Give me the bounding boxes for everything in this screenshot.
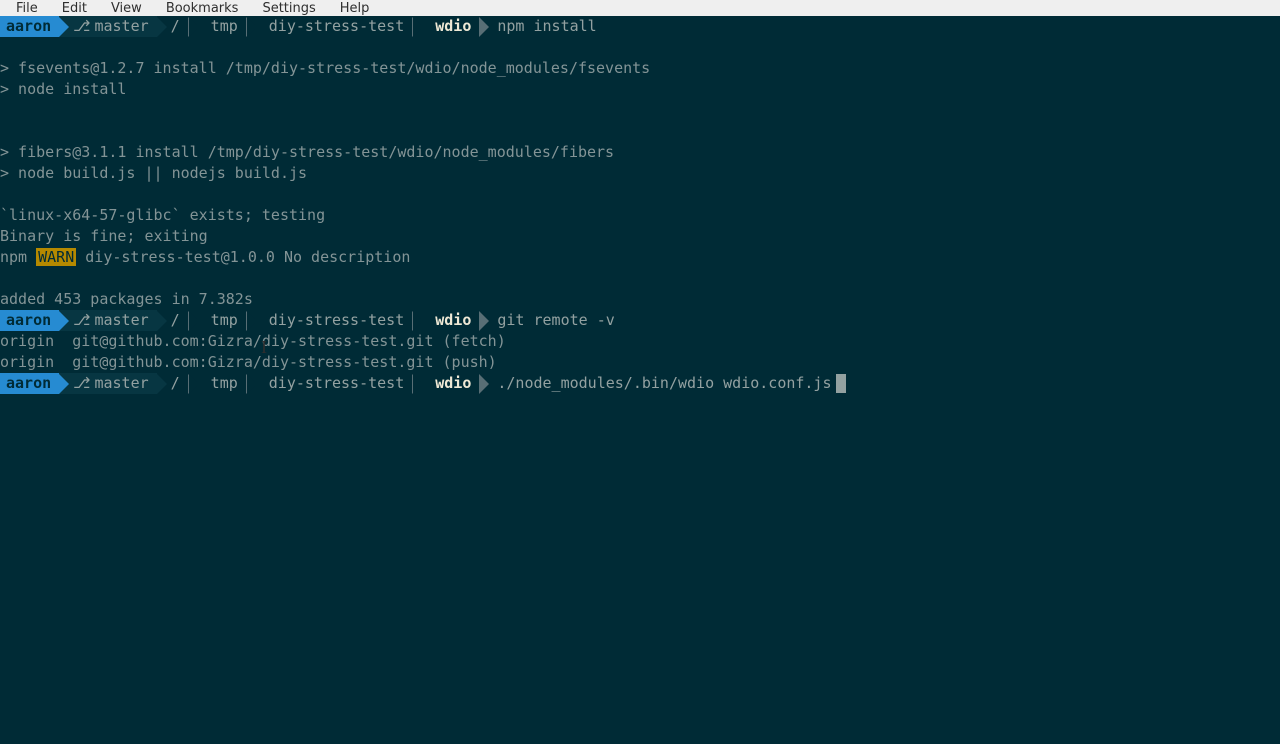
terminal-area[interactable]: aaron ⎇master / tmp diy-stress-test wdio… bbox=[0, 16, 1280, 394]
menu-settings[interactable]: Settings bbox=[250, 1, 327, 16]
arrow-icon bbox=[157, 374, 167, 394]
prompt-path-seg: wdio bbox=[421, 310, 479, 331]
output-line: Binary is fine; exiting bbox=[0, 226, 1280, 247]
menu-file[interactable]: File bbox=[4, 1, 50, 16]
prompt-line: aaron ⎇master / tmp diy-stress-test wdio… bbox=[0, 310, 1280, 331]
command-text: git remote -v bbox=[489, 310, 614, 331]
warn-message: diy-stress-test@1.0.0 No description bbox=[76, 248, 410, 266]
prompt-path-seg: diy-stress-test bbox=[255, 310, 412, 331]
menu-help[interactable]: Help bbox=[328, 1, 382, 16]
output-line: npm WARN diy-stress-test@1.0.0 No descri… bbox=[0, 247, 1280, 268]
arrow-icon bbox=[59, 311, 69, 331]
command-text: npm install bbox=[489, 16, 596, 37]
prompt-line: aaron ⎇master / tmp diy-stress-test wdio… bbox=[0, 373, 1280, 394]
prompt-path-seg: tmp bbox=[197, 16, 246, 37]
prompt-path-seg: wdio bbox=[421, 373, 479, 394]
output-line: > node build.js || nodejs build.js bbox=[0, 163, 1280, 184]
menu-view[interactable]: View bbox=[99, 1, 154, 16]
warn-badge: WARN bbox=[36, 248, 76, 266]
output-line: > fsevents@1.2.7 install /tmp/diy-stress… bbox=[0, 58, 1280, 79]
prompt-path-seg: tmp bbox=[197, 373, 246, 394]
prompt-path-seg: wdio bbox=[421, 16, 479, 37]
prompt-path-seg: tmp bbox=[197, 310, 246, 331]
prompt-path-seg: diy-stress-test bbox=[255, 16, 412, 37]
prompt-branch: ⎇master bbox=[59, 16, 156, 37]
terminal-cursor bbox=[836, 374, 846, 393]
prompt-user: aaron bbox=[0, 16, 59, 37]
git-branch-icon: ⎇ bbox=[73, 310, 90, 331]
prompt-user: aaron bbox=[0, 310, 59, 331]
menubar: File Edit View Bookmarks Settings Help bbox=[0, 0, 1280, 16]
output-line: origin git@github.com:Gizra/diy-stress-t… bbox=[0, 331, 1280, 352]
arrow-icon bbox=[479, 17, 489, 37]
git-branch-icon: ⎇ bbox=[73, 16, 90, 37]
menu-edit[interactable]: Edit bbox=[50, 1, 99, 16]
prompt-branch: ⎇master bbox=[59, 373, 156, 394]
arrow-icon bbox=[59, 374, 69, 394]
npm-label: npm bbox=[0, 248, 27, 266]
arrow-icon bbox=[479, 311, 489, 331]
output-line: > node install bbox=[0, 79, 1280, 100]
output-line: > fibers@3.1.1 install /tmp/diy-stress-t… bbox=[0, 142, 1280, 163]
arrow-icon bbox=[479, 374, 489, 394]
output-line: added 453 packages in 7.382s bbox=[0, 289, 1280, 310]
prompt-line: aaron ⎇master / tmp diy-stress-test wdio… bbox=[0, 16, 1280, 37]
output-line: `linux-x64-57-glibc` exists; testing bbox=[0, 205, 1280, 226]
arrow-icon bbox=[157, 311, 167, 331]
command-text: ./node_modules/.bin/wdio wdio.conf.js bbox=[489, 373, 831, 394]
arrow-icon bbox=[59, 17, 69, 37]
git-branch-icon: ⎇ bbox=[73, 373, 90, 394]
menu-bookmarks[interactable]: Bookmarks bbox=[154, 1, 251, 16]
prompt-path-seg: diy-stress-test bbox=[255, 373, 412, 394]
arrow-icon bbox=[157, 17, 167, 37]
prompt-user: aaron bbox=[0, 373, 59, 394]
prompt-branch: ⎇master bbox=[59, 310, 156, 331]
output-line: origin git@github.com:Gizra/diy-stress-t… bbox=[0, 352, 1280, 373]
